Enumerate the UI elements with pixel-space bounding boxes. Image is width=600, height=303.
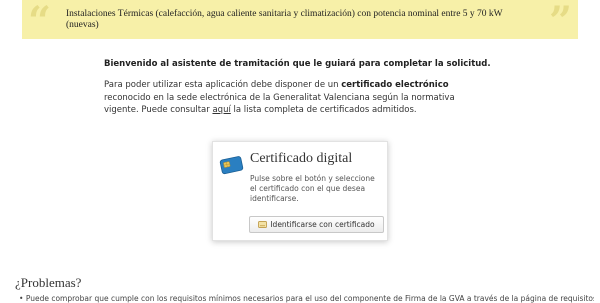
identify-button-label: Identificarse con certificado [270, 220, 375, 229]
procedure-title-banner: “ Instalaciones Térmicas (calefacción, a… [22, 0, 578, 45]
close-quote-icon: ” [548, 0, 572, 45]
procedure-title: Instalaciones Térmicas (calefacción, agu… [66, 9, 503, 30]
certificate-info-paragraph: Para poder utilizar esta aplicación debe… [104, 79, 484, 117]
identify-with-certificate-button[interactable]: Identificarse con certificado [249, 216, 384, 233]
open-quote-icon: “ [28, 0, 52, 45]
certificate-card-title: Certificado digital [250, 151, 353, 166]
problem-item-text: Puede comprobar que cumple con los requi… [25, 294, 594, 303]
certificates-list-link[interactable]: aquí [212, 105, 230, 115]
info-certificate-emphasis: certificado electrónico [341, 80, 449, 90]
info-text: Para poder utilizar esta aplicación debe… [104, 80, 342, 90]
digital-certificate-card: Certificado digital Pulse sobre el botón… [212, 141, 388, 241]
smartcard-icon [219, 156, 244, 175]
welcome-message: Bienvenido al asistente de tramitación q… [104, 59, 491, 69]
certificate-icon [258, 220, 268, 228]
info-text: la lista completa de certificados admiti… [230, 105, 417, 115]
certificate-card-description: Pulse sobre el botón y seleccione el cer… [250, 174, 375, 203]
problems-heading: ¿Problemas? [15, 275, 82, 290]
problems-list-item: • Puede comprobar que cumple con los req… [19, 294, 594, 303]
